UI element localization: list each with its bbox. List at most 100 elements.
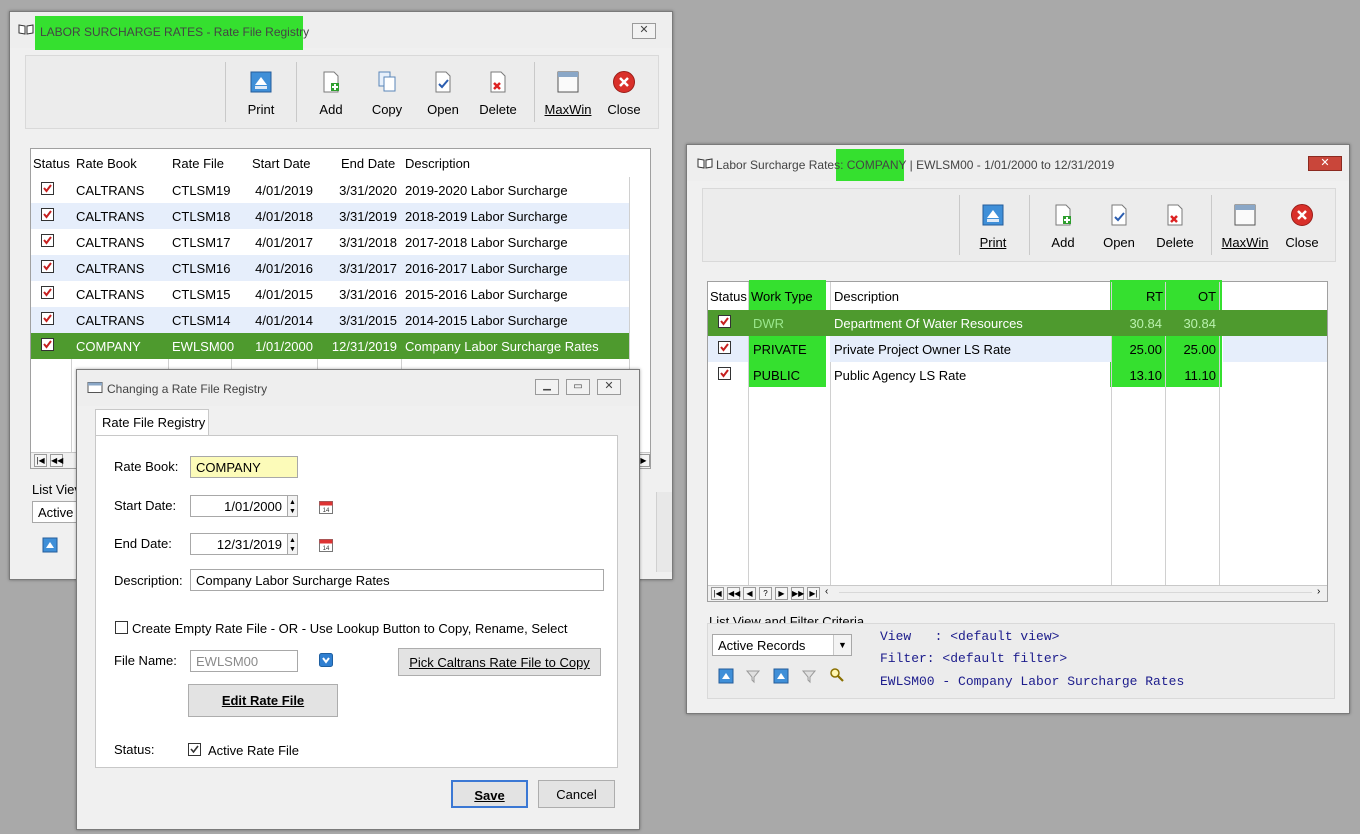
status-checkbox[interactable] xyxy=(718,341,731,354)
maxwin-button[interactable]: MaxWin xyxy=(539,56,597,130)
table-row[interactable]: CALTRANS CTLSM18 4/01/2018 3/31/2019 201… xyxy=(31,203,629,229)
minimize-button[interactable]: ▁ xyxy=(535,379,559,395)
column-header[interactable]: End Date xyxy=(341,156,395,171)
tab-rate-file-registry[interactable]: Rate File Registry xyxy=(95,409,209,436)
maxwin-button[interactable]: MaxWin xyxy=(1216,189,1274,263)
prev-record-button[interactable]: ◀ xyxy=(743,587,756,600)
table-row[interactable]: CALTRANS CTLSM19 4/01/2019 3/31/2020 201… xyxy=(31,177,629,203)
find-record-button[interactable]: ? xyxy=(759,587,772,600)
table-row-selected[interactable]: DWR Department Of Water Resources 30.84 … xyxy=(708,310,1327,336)
next-record-button[interactable]: ▶ xyxy=(775,587,788,600)
start-date-field[interactable]: 1/01/2000 xyxy=(190,495,288,517)
search-icon[interactable] xyxy=(829,667,845,683)
end-date-spinner[interactable]: ▲ ▼ xyxy=(287,533,298,555)
lookup-arrow-icon[interactable] xyxy=(319,653,333,667)
copy-label: Copy xyxy=(371,102,403,117)
table-row[interactable]: CALTRANS CTLSM17 4/01/2017 3/31/2018 201… xyxy=(31,229,629,255)
close-button[interactable]: Close xyxy=(1273,189,1331,263)
title-bar[interactable]: LABOR SURCHARGE RATES - Rate File Regist… xyxy=(10,12,672,50)
rate-book-cell: CALTRANS xyxy=(76,235,145,250)
prev-page-button[interactable]: ◀◀ xyxy=(50,454,63,467)
pick-caltrans-button[interactable]: Pick Caltrans Rate File to Copy xyxy=(398,648,601,676)
print-button[interactable]: Print xyxy=(232,56,290,130)
calendar-icon[interactable]: 14 xyxy=(319,500,333,514)
column-header[interactable]: Description xyxy=(834,289,899,304)
table-row[interactable]: CALTRANS CTLSM15 4/01/2015 3/31/2016 201… xyxy=(31,281,629,307)
close-label: Close xyxy=(1285,235,1319,250)
add-button[interactable]: Add xyxy=(302,56,360,130)
column-header[interactable]: RT xyxy=(1146,289,1163,304)
status-checkbox[interactable] xyxy=(41,286,54,299)
column-header[interactable]: Rate File xyxy=(172,156,224,171)
list-view-select[interactable]: Active Records ▼ xyxy=(712,634,852,656)
end-date-label: End Date: xyxy=(114,536,172,551)
title-bar[interactable]: Labor Surcharge Rates: COMPANY | EWLSM00… xyxy=(687,145,1349,181)
table-row[interactable]: PUBLIC Public Agency LS Rate 13.10 11.10 xyxy=(708,362,1327,388)
table-row[interactable]: CALTRANS CTLSM14 4/01/2014 3/31/2015 201… xyxy=(31,307,629,333)
close-button[interactable]: Close xyxy=(595,56,653,130)
add-button[interactable]: Add xyxy=(1034,189,1092,263)
save-button[interactable]: Save xyxy=(451,780,528,808)
create-empty-checkbox[interactable] xyxy=(115,621,128,634)
end-date-field[interactable]: 12/31/2019 xyxy=(190,533,288,555)
filter-icon[interactable] xyxy=(745,668,761,684)
column-header[interactable]: Status xyxy=(33,156,70,171)
filter-icon[interactable] xyxy=(801,668,817,684)
open-button[interactable]: Open xyxy=(1090,189,1148,263)
status-checkbox[interactable] xyxy=(718,367,731,380)
close-window-button[interactable]: ✕ xyxy=(632,23,656,39)
status-checkbox[interactable] xyxy=(41,312,54,325)
start-date-spinner[interactable]: ▲ ▼ xyxy=(287,495,298,517)
file-name-field[interactable]: EWLSM00 xyxy=(190,650,298,672)
close-window-button[interactable]: ✕ xyxy=(1308,156,1342,171)
status-checkbox[interactable] xyxy=(41,338,54,351)
dialog-title-bar[interactable]: Changing a Rate File Registry ▁ ▭ ✕ xyxy=(77,370,639,406)
rate-file-cell: CTLSM17 xyxy=(172,235,231,250)
scroll-left-arrow[interactable]: ‹ xyxy=(825,586,828,597)
column-header[interactable]: Start Date xyxy=(252,156,311,171)
end-date-cell: 3/31/2020 xyxy=(339,183,397,198)
print-button[interactable]: Print xyxy=(964,189,1022,263)
start-date-cell: 1/01/2000 xyxy=(255,339,313,354)
open-button[interactable]: Open xyxy=(414,56,472,130)
table-row-selected[interactable]: COMPANY EWLSM00 1/01/2000 12/31/2019 Com… xyxy=(31,333,629,359)
status-checkbox[interactable] xyxy=(41,208,54,221)
description-cell: 2017-2018 Labor Surcharge xyxy=(405,235,568,250)
book-icon xyxy=(697,158,713,169)
prev-page-button[interactable]: ◀◀ xyxy=(727,587,740,600)
work-type-cell: PRIVATE xyxy=(753,342,807,357)
file-line: EWLSM00 - Company Labor Surcharge Rates xyxy=(880,674,1185,689)
description-field[interactable]: Company Labor Surcharge Rates xyxy=(190,569,604,591)
calendar-icon[interactable]: 14 xyxy=(319,538,333,552)
active-rate-file-checkbox[interactable] xyxy=(188,743,201,756)
last-record-button[interactable]: ▶| xyxy=(807,587,820,600)
scroll-right-arrow[interactable]: › xyxy=(1317,586,1320,597)
view-icon[interactable] xyxy=(42,537,58,553)
next-page-button[interactable]: ▶▶ xyxy=(791,587,804,600)
delete-button[interactable]: Delete xyxy=(1146,189,1204,263)
status-checkbox[interactable] xyxy=(718,315,731,328)
column-header[interactable]: Work Type xyxy=(751,289,813,304)
column-header[interactable]: Description xyxy=(405,156,470,171)
table-row[interactable]: CALTRANS CTLSM16 4/01/2016 3/31/2017 201… xyxy=(31,255,629,281)
status-checkbox[interactable] xyxy=(41,260,54,273)
table-row[interactable]: PRIVATE Private Project Owner LS Rate 25… xyxy=(708,336,1327,362)
view-icon[interactable] xyxy=(718,668,734,684)
horizontal-scrollbar[interactable] xyxy=(839,592,1312,593)
view-icon[interactable] xyxy=(773,668,789,684)
rate-book-field[interactable]: COMPANY xyxy=(190,456,298,478)
status-checkbox[interactable] xyxy=(41,182,54,195)
copy-button[interactable]: Copy xyxy=(358,56,416,130)
column-header[interactable]: Rate Book xyxy=(76,156,137,171)
column-header[interactable]: OT xyxy=(1198,289,1216,304)
cancel-button[interactable]: Cancel xyxy=(538,780,615,808)
pick-caltrans-label: Pick Caltrans Rate File to Copy xyxy=(409,655,590,670)
delete-button[interactable]: Delete xyxy=(469,56,527,130)
edit-rate-file-button[interactable]: Edit Rate File xyxy=(188,684,338,717)
column-header[interactable]: Status xyxy=(710,289,747,304)
dialog-close-button[interactable]: ✕ xyxy=(597,379,621,395)
first-record-button[interactable]: |◀ xyxy=(34,454,47,467)
status-checkbox[interactable] xyxy=(41,234,54,247)
restore-button[interactable]: ▭ xyxy=(566,379,590,395)
first-record-button[interactable]: |◀ xyxy=(711,587,724,600)
